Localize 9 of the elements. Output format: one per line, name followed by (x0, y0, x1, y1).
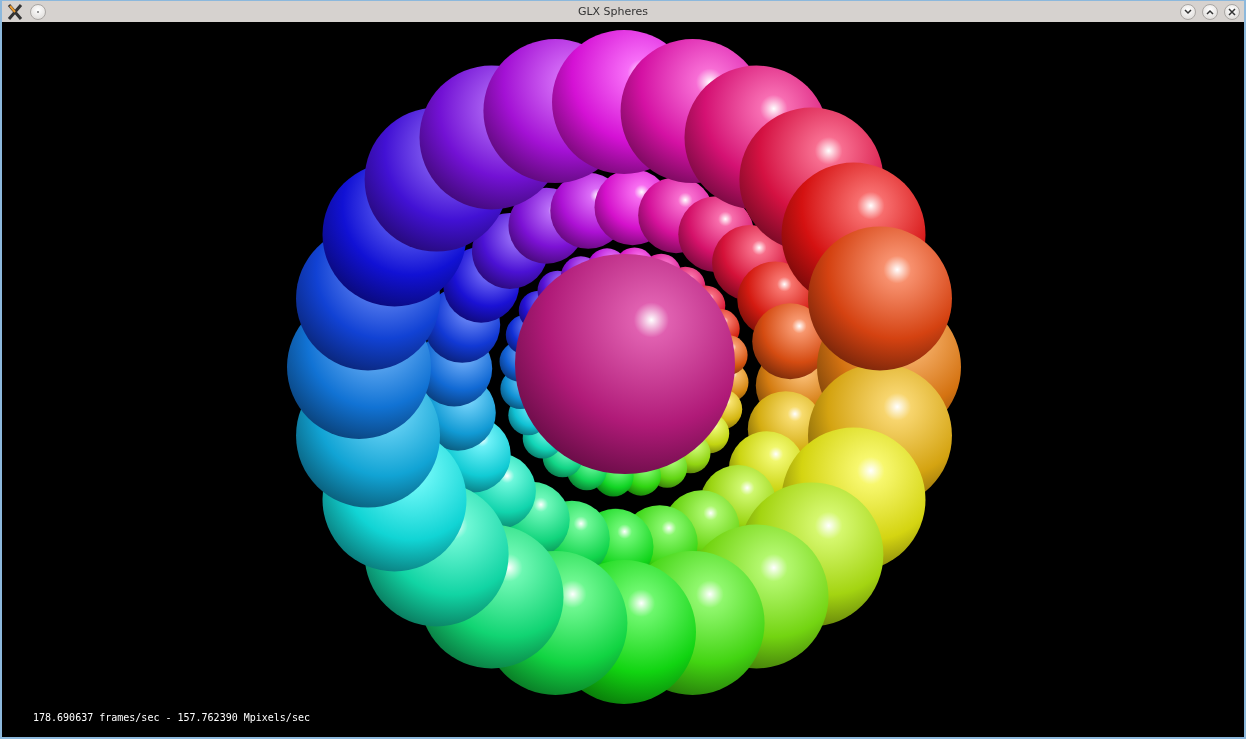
frame-rate-readout: 178.690637 frames/sec - 157.762390 Mpixels/sec (33, 712, 311, 723)
minimize-button[interactable] (1180, 3, 1196, 20)
close-button[interactable] (1224, 3, 1240, 20)
maximize-button[interactable] (1202, 3, 1218, 20)
close-icon (1228, 7, 1236, 16)
app-icon[interactable] (6, 2, 24, 21)
window-title: GLX Spheres (576, 5, 650, 18)
chevron-up-icon (1206, 8, 1214, 15)
chevron-down-icon (1184, 8, 1192, 15)
